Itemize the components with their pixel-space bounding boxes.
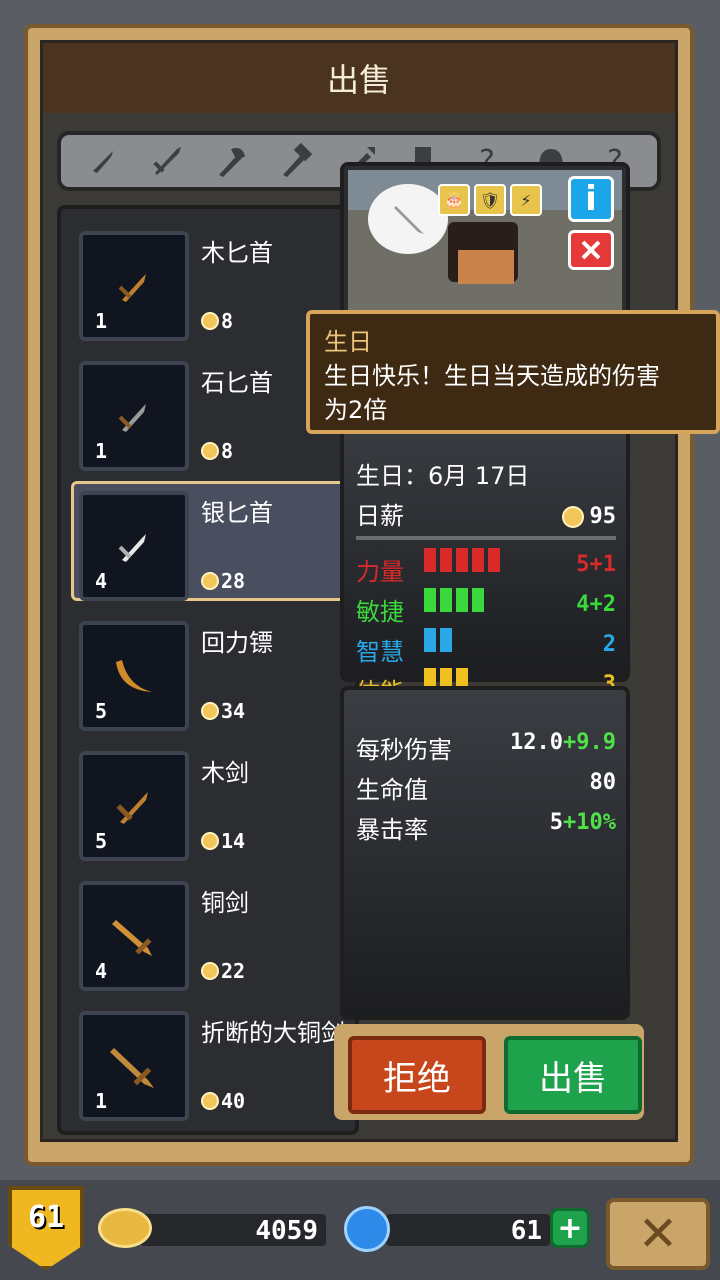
item-price: 40 (201, 1089, 245, 1113)
add-gems-button[interactable]: + (550, 1208, 590, 1248)
list-item[interactable]: 4 铜剑 22 (61, 869, 355, 993)
item-slot: 5 (79, 621, 189, 731)
sell-button[interactable]: 出售 (504, 1036, 642, 1114)
dps-label: 每秒伤害 (356, 736, 452, 764)
item-count: 1 (95, 1089, 108, 1113)
salary-label: 日薪 (356, 502, 404, 530)
birthday-trait-icon[interactable]: 🎂 (438, 184, 470, 216)
coin-icon (201, 442, 219, 460)
attr-intelligence-bars (424, 628, 452, 652)
coin-icon (201, 572, 219, 590)
page-title: 出售 (43, 43, 675, 113)
coin-icon (201, 1092, 219, 1110)
birthday-text: 生日：6月 17日 (356, 462, 530, 490)
item-name: 木剑 (201, 759, 249, 787)
item-name: 回力镖 (201, 629, 273, 657)
crit-label: 暴击率 (356, 816, 428, 844)
item-slot: 1 (79, 231, 189, 341)
attr-strength-value: 5+1 (576, 552, 616, 577)
shield-trait-icon[interactable]: 🛡 (474, 184, 506, 216)
attr-strength-bars (424, 548, 500, 572)
gem-icon (344, 1206, 390, 1252)
item-slot: 5 (79, 751, 189, 861)
item-name: 折断的大铜剑 (201, 1019, 345, 1047)
item-price: 8 (201, 439, 233, 463)
list-item[interactable]: 5 木剑 14 (61, 739, 355, 863)
attr-strength-label: 力量 (356, 558, 404, 586)
hero-face (458, 250, 514, 284)
item-name: 银匕首 (201, 499, 273, 527)
resource-bar: 61 4059 61 + ✕ (0, 1180, 720, 1280)
salary-value: 95 (561, 504, 616, 529)
list-item-selected[interactable]: 4 银匕首 28 (61, 479, 355, 603)
lightning-trait-icon[interactable]: ⚡ (510, 184, 542, 216)
thought-bubble (368, 184, 448, 254)
item-count: 5 (95, 829, 108, 853)
tooltip-line2: 为2倍 (324, 396, 388, 424)
action-area: 拒绝 出售 (334, 1024, 644, 1120)
item-price: 28 (201, 569, 245, 593)
hero-stats: 生日：6月 17日 日薪 95 力量 5+1 敏捷 4+2 智慧 2 体能 3 (340, 410, 630, 706)
gold-coins-icon (98, 1208, 152, 1248)
item-slot: 4 (79, 881, 189, 991)
hp-value: 80 (589, 770, 617, 795)
crit-value: 5+10% (549, 810, 616, 835)
axe-icon[interactable] (211, 141, 251, 181)
gold-bar: 4059 (140, 1214, 326, 1246)
item-price: 8 (201, 309, 233, 333)
hp-label: 生命值 (356, 776, 428, 804)
info-button[interactable]: i (568, 176, 614, 222)
trait-tooltip: 生日 生日快乐！生日当天造成的伤害 为2倍 (306, 310, 720, 434)
hammer-icon[interactable] (275, 141, 315, 181)
gem-bar: 61 (386, 1214, 550, 1246)
coin-icon (201, 702, 219, 720)
attr-agility-label: 敏捷 (356, 598, 404, 626)
coin-icon (561, 505, 584, 528)
attr-intelligence-value: 2 (602, 632, 616, 657)
refuse-button[interactable]: 拒绝 (348, 1036, 486, 1114)
list-item[interactable]: 1 折断的大铜剑 40 (61, 999, 355, 1123)
item-name: 石匕首 (201, 369, 273, 397)
coin-icon (201, 962, 219, 980)
item-count: 1 (95, 309, 108, 333)
item-price: 34 (201, 699, 245, 723)
coin-icon (201, 832, 219, 850)
item-count: 4 (95, 959, 108, 983)
gem-amount: 61 (510, 1216, 542, 1246)
divider (356, 536, 616, 540)
tooltip-line1: 生日快乐！生日当天造成的伤害 (324, 362, 660, 390)
gold-amount: 4059 (255, 1216, 318, 1246)
item-count: 4 (95, 569, 108, 593)
tooltip-title: 生日 (324, 328, 372, 356)
item-price: 14 (201, 829, 245, 853)
dismiss-hero-icon[interactable] (568, 230, 614, 270)
item-price: 22 (201, 959, 245, 983)
level-badge[interactable]: 61 (8, 1186, 84, 1270)
item-name: 木匕首 (201, 239, 273, 267)
coin-icon (201, 312, 219, 330)
close-button[interactable]: ✕ (606, 1198, 710, 1270)
attr-agility-value: 4+2 (576, 592, 616, 617)
attr-agility-bars (424, 588, 484, 612)
item-slot: 4 (79, 491, 189, 601)
item-slot: 1 (79, 1011, 189, 1121)
dps-value: 12.0+9.9 (510, 730, 616, 755)
item-slot: 1 (79, 361, 189, 471)
attr-intelligence-label: 智慧 (356, 638, 404, 666)
dagger-icon[interactable] (83, 141, 123, 181)
item-name: 铜剑 (201, 889, 249, 917)
combat-stats: 每秒伤害 12.0+9.9 生命值 80 暴击率 5+10% (340, 686, 630, 1020)
trait-icons: 🎂 🛡 ⚡ (438, 184, 542, 216)
list-item[interactable]: 5 回力镖 34 (61, 609, 355, 733)
sword-icon[interactable] (147, 141, 187, 181)
item-count: 5 (95, 699, 108, 723)
item-count: 1 (95, 439, 108, 463)
